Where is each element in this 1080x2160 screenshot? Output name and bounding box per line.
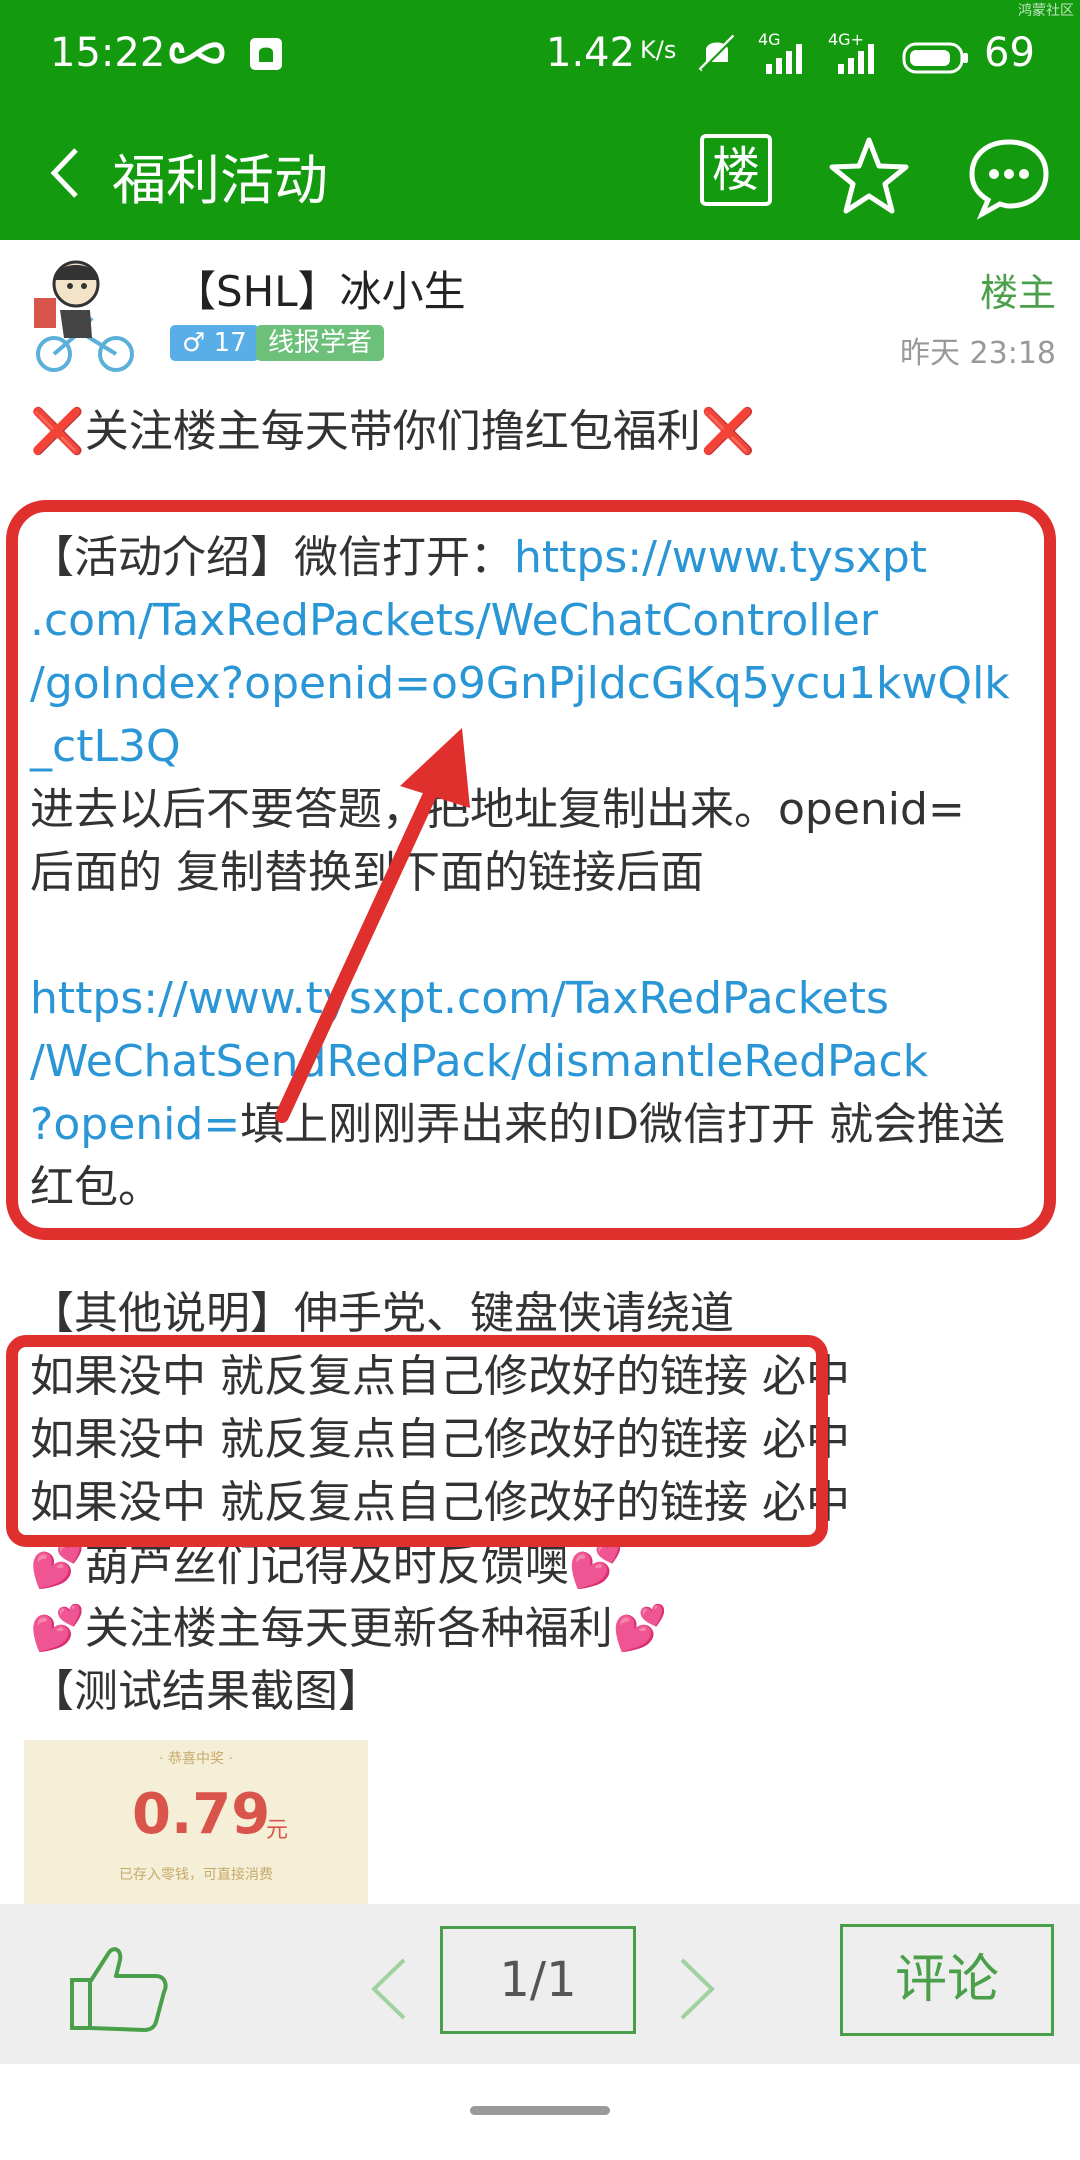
- chevron-left-icon[interactable]: [364, 1954, 414, 2024]
- heart-icon: 💕: [30, 1540, 85, 1591]
- headline-text: 关注楼主每天带你们撸红包福利: [84, 406, 701, 457]
- notification-icon: [250, 38, 282, 70]
- comment-button[interactable]: 评论: [840, 1924, 1054, 2036]
- page-title: 福利活动: [112, 149, 328, 212]
- thumb-unit: 元: [266, 1818, 289, 1843]
- thumb-label: · 恭喜中奖 ·: [159, 1751, 233, 1767]
- user-title-badge: 线报学者: [256, 325, 385, 361]
- result-screenshot[interactable]: · 恭喜中奖 · 0.79 元 已存入零钱，可直接消费: [24, 1740, 368, 1904]
- bottom-bar: 1/1 评论: [0, 1904, 1080, 2064]
- post-header: 【SHL】冰小生 ♂ 17 线报学者 楼主 昨天 23:18: [0, 240, 1080, 380]
- feedback-text: 葫芦丝们记得及时反馈噢: [84, 1540, 569, 1591]
- highlight-box-intro: [6, 500, 1056, 1240]
- thumb-sub: 已存入零钱，可直接消费: [119, 1867, 273, 1883]
- top-bar: 15:22 1.42 K/s 4G 4G+ 69 鸿蒙社区 福利活动 楼: [0, 0, 1080, 240]
- battery-level: 69: [984, 30, 1035, 76]
- message-icon[interactable]: [966, 134, 1052, 220]
- home-indicator[interactable]: [470, 2106, 610, 2115]
- watermark: 鸿蒙社区: [1018, 3, 1074, 19]
- back-icon[interactable]: [40, 138, 100, 208]
- battery-icon: [902, 42, 968, 74]
- heart-icon: 💕: [30, 1603, 85, 1654]
- chevron-right-icon[interactable]: [672, 1954, 722, 2024]
- star-icon[interactable]: [826, 134, 912, 220]
- follow-text: 关注楼主每天更新各种福利: [84, 1603, 613, 1654]
- avatar[interactable]: [30, 254, 140, 374]
- follow-line: 💕关注楼主每天更新各种福利💕: [30, 1597, 1060, 1660]
- thumb-amount: 0.79: [132, 1782, 271, 1847]
- cross-mark-icon: ❌: [30, 406, 85, 457]
- status-time: 15:22: [50, 30, 166, 76]
- signal-icon: [766, 44, 802, 74]
- status-speed: 1.42: [546, 30, 636, 76]
- post-time: 昨天 23:18: [900, 336, 1056, 371]
- screenshot-label: 【测试结果截图】: [30, 1666, 382, 1717]
- status-speed-unit: K/s: [640, 36, 677, 64]
- heart-icon: 💕: [568, 1540, 624, 1591]
- status-bar: 15:22 1.42 K/s 4G 4G+ 69 鸿蒙社区: [0, 0, 1080, 110]
- signal-icon-2: [838, 44, 874, 74]
- page-indicator[interactable]: 1/1: [440, 1926, 636, 2034]
- floor-button[interactable]: 楼: [700, 134, 772, 206]
- author-name[interactable]: 【SHL】冰小生: [174, 258, 466, 319]
- highlight-box-repeat: [6, 1335, 828, 1547]
- op-label: 楼主: [979, 271, 1056, 315]
- cross-mark-icon: ❌: [700, 406, 756, 457]
- heart-icon: 💕: [612, 1603, 668, 1654]
- headline-line: ❌关注楼主每天带你们撸红包福利❌: [30, 400, 1060, 463]
- nav-bar: 福利活动 楼: [0, 110, 1080, 240]
- thumbs-up-icon[interactable]: [64, 1936, 174, 2036]
- mute-icon: [698, 34, 737, 72]
- infinity-icon: [169, 42, 225, 64]
- gender-level-badge: ♂ 17: [170, 325, 259, 361]
